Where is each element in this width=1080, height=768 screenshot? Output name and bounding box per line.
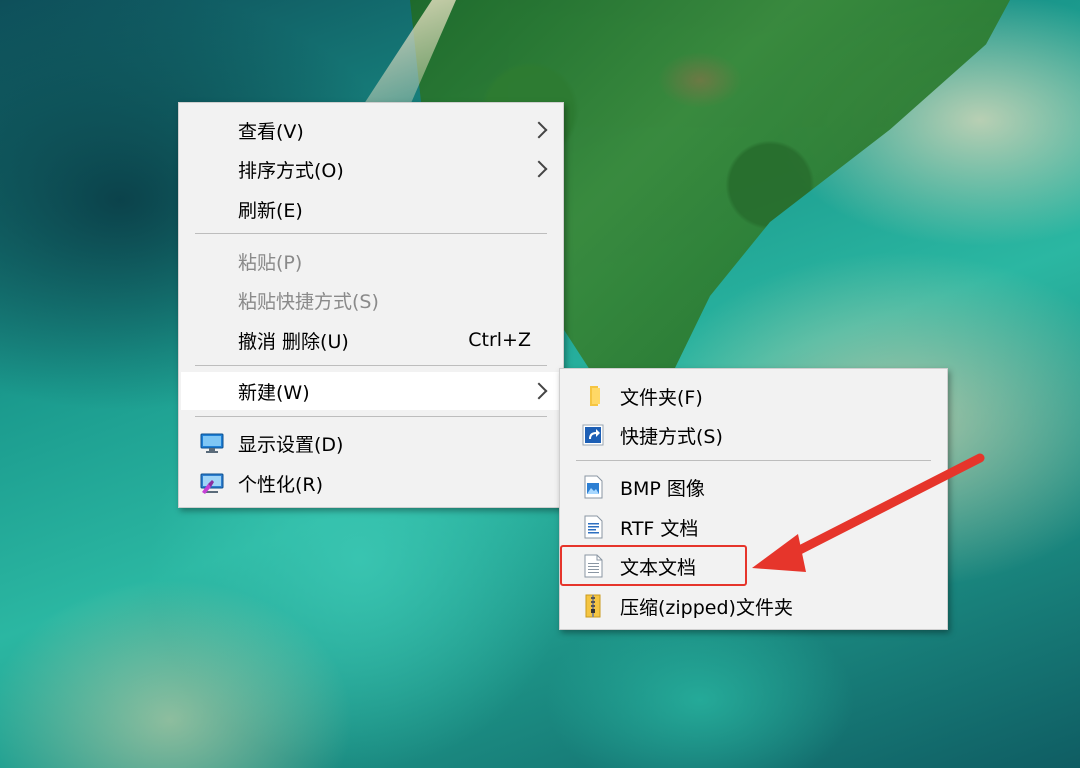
menu-item-label: 压缩(zipped)文件夹 — [620, 596, 793, 619]
menu-item-label: 排序方式(O) — [238, 159, 344, 182]
menu-item-label: 显示设置(D) — [238, 433, 344, 456]
bmp-image-icon — [580, 474, 606, 500]
menu-item-label: 个性化(R) — [238, 473, 324, 496]
menu-separator — [195, 365, 547, 366]
menu-item-personalize[interactable]: 个性化(R) — [181, 464, 561, 502]
menu-item-label: RTF 文档 — [620, 517, 699, 540]
menu-item-label: 刷新(E) — [238, 199, 303, 222]
menu-item-paste: 粘贴(P) — [181, 242, 561, 280]
submenu-item-folder[interactable]: 文件夹(F) — [562, 377, 945, 415]
submenu-item-zip-folder[interactable]: 压缩(zipped)文件夹 — [562, 587, 945, 625]
menu-item-label: 查看(V) — [238, 120, 304, 143]
chevron-right-icon — [530, 382, 548, 400]
menu-item-label: 快捷方式(S) — [620, 425, 723, 448]
menu-item-undo-delete[interactable]: 撤消 删除(U) Ctrl+Z — [181, 321, 561, 359]
menu-item-label: 粘贴快捷方式(S) — [238, 290, 379, 313]
zip-folder-icon — [580, 593, 606, 619]
menu-item-label: 撤消 删除(U) — [238, 330, 349, 353]
menu-item-display-settings[interactable]: 显示设置(D) — [181, 424, 561, 462]
menu-item-paste-shortcut: 粘贴快捷方式(S) — [181, 281, 561, 319]
menu-item-label: 新建(W) — [238, 381, 310, 404]
menu-separator — [195, 233, 547, 234]
desktop-context-menu: 查看(V) 排序方式(O) 刷新(E) 粘贴(P) 粘贴快捷方式(S) 撤消 删… — [178, 102, 564, 508]
menu-item-label: 粘贴(P) — [238, 251, 303, 274]
menu-item-refresh[interactable]: 刷新(E) — [181, 190, 561, 228]
rtf-document-icon — [580, 514, 606, 540]
chevron-right-icon — [530, 160, 548, 178]
folder-icon — [580, 383, 606, 409]
menu-item-sort-by[interactable]: 排序方式(O) — [181, 150, 561, 188]
annotation-arrow-icon — [752, 453, 985, 572]
personalize-icon — [199, 470, 225, 496]
menu-item-shortcut: Ctrl+Z — [468, 329, 531, 351]
menu-item-label: BMP 图像 — [620, 477, 705, 500]
menu-item-new[interactable]: 新建(W) — [181, 372, 561, 410]
shortcut-icon — [580, 422, 606, 448]
menu-item-view[interactable]: 查看(V) — [181, 111, 561, 149]
menu-item-label: 文件夹(F) — [620, 386, 703, 409]
menu-separator — [195, 416, 547, 417]
chevron-right-icon — [530, 121, 548, 139]
annotation-highlight-box — [560, 545, 747, 586]
display-settings-icon — [199, 430, 225, 456]
